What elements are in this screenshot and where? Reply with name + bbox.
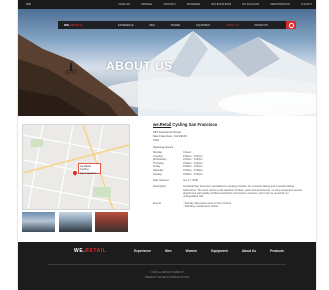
footer-link-equipment[interactable]: Equipment <box>211 249 227 253</box>
top-link-registration[interactable]: REGISTRATION <box>271 3 290 6</box>
footer-link-experience[interactable]: Experience <box>134 249 151 253</box>
search-icon <box>289 23 294 28</box>
nav-item-about-us[interactable]: ABOUT US <box>226 24 238 27</box>
footer-link-products[interactable]: Products <box>270 249 284 253</box>
store-title: we.Retail Cycling San Francisco <box>153 122 303 127</box>
top-links: CATALOG PROFILE CONTACT MANAGER NOTIFICA… <box>118 3 312 6</box>
nav-brand-accent: RETAIL <box>70 23 83 27</box>
footer-link-men[interactable]: Men <box>165 249 171 253</box>
map-bubble-line1: we.Retail Cycling <box>80 165 91 172</box>
store-title-name: Cycling San Francisco <box>171 122 218 127</box>
hero-banner: WE.RETAIL EXPERIENCE MEN WOMEN EQUIPMENT… <box>18 9 316 116</box>
address-line: USA <box>153 138 160 142</box>
map-bubble-line2: San Francisco <box>80 171 97 175</box>
opening-hours-heading: Opening Hours <box>153 145 174 149</box>
search-button[interactable] <box>286 21 296 29</box>
opening-hours-table: Monday Closed Tuesday 9:00am - 6:00pm Wedn… <box>153 151 303 176</box>
store-address: 625 Townsend Street San Francisco, CA 94… <box>153 130 303 142</box>
store-photo-gallery <box>22 212 128 232</box>
footer-link-about-us[interactable]: About Us <box>242 249 256 253</box>
nav-item-equipment[interactable]: EQUIPMENT <box>196 24 210 27</box>
nav-brand-main: WE. <box>64 23 71 27</box>
store-photo-thumbnail[interactable] <box>22 212 55 232</box>
date-opened-value: Jan 17, 2009 <box>183 178 198 182</box>
description-text: we.Retail San Francisco specialized in c… <box>183 185 303 199</box>
nav-brand-logo[interactable]: WE.RETAIL <box>64 23 83 27</box>
top-link-notifications[interactable]: NOTIFICATIONS <box>211 3 231 6</box>
top-link-catalog[interactable]: CATALOG <box>118 3 130 6</box>
store-map[interactable]: we.Retail Cycling San Francisco <box>22 124 130 210</box>
top-link-profile[interactable]: PROFILE <box>141 3 152 6</box>
top-link-contact[interactable]: CONTACT <box>163 3 175 6</box>
footer-link-women[interactable]: Women <box>186 249 197 253</box>
top-logo[interactable]: WE <box>26 2 31 6</box>
footer-brand-main: WE. <box>74 248 86 254</box>
page: WE CATALOG PROFILE CONTACT MANAGER NOTIF… <box>18 0 316 290</box>
events-label: Events <box>153 201 161 205</box>
page-title: ABOUT US <box>106 59 173 73</box>
footer-divider <box>48 264 286 265</box>
top-utility-bar: WE CATALOG PROFILE CONTACT MANAGER NOTIF… <box>18 0 316 9</box>
hours-day: Sunday <box>153 172 162 176</box>
footer-links: Experience Men Women Equipment About Us … <box>134 249 284 253</box>
description-row: Description we.Retail San Francisco spec… <box>153 185 303 199</box>
nav-item-products[interactable]: PRODUCTS <box>255 24 268 27</box>
nav-item-women[interactable]: WOMEN <box>171 24 180 27</box>
nav-item-experience[interactable]: EXPERIENCE <box>118 24 133 27</box>
hours-time: 9:00am - 6:00pm <box>183 172 203 176</box>
footer-copyright: © 2016 we.RETAIL PHARMACY THEME BY WE.RE… <box>18 271 316 280</box>
store-title-brand[interactable]: we.Retail <box>153 122 171 127</box>
date-opened-label: Date Opened <box>153 178 169 182</box>
nav-item-men[interactable]: MEN <box>149 24 154 27</box>
description-label: Description <box>153 185 166 189</box>
top-link-manager[interactable]: MANAGER <box>187 3 200 6</box>
map-streets <box>23 125 129 209</box>
footer-brand-accent: RETAIL <box>85 248 107 254</box>
footer: WE.RETAIL Experience Men Women Equipment… <box>18 242 316 290</box>
date-opened-row: Date Opened Jan 17, 2009 <box>153 179 303 182</box>
events-row: Events - Sunday rides leave store in fro… <box>153 202 303 209</box>
store-details: we.Retail Cycling San Francisco 625 Town… <box>153 122 303 209</box>
nav-links: EXPERIENCE MEN WOMEN EQUIPMENT ABOUT US … <box>118 24 268 27</box>
footer-brand-logo[interactable]: WE.RETAIL <box>74 248 107 254</box>
main-navigation: WE.RETAIL EXPERIENCE MEN WOMEN EQUIPMENT… <box>58 21 296 29</box>
store-photo-thumbnail[interactable] <box>95 212 128 232</box>
events-list: - Sunday rides leave store in front of s… <box>183 202 303 209</box>
top-link-my-account[interactable]: MY ACCOUNT <box>242 3 259 6</box>
top-link-logout[interactable]: LOGOUT <box>301 3 312 6</box>
credit-text: THEME BY WE.RETAIL DESIGN STUDIO <box>144 275 190 279</box>
store-photo-thumbnail[interactable] <box>58 212 92 232</box>
map-info-bubble: we.Retail Cycling San Francisco <box>78 163 101 175</box>
event-item: - Saturday maintenance clinics <box>183 205 219 209</box>
